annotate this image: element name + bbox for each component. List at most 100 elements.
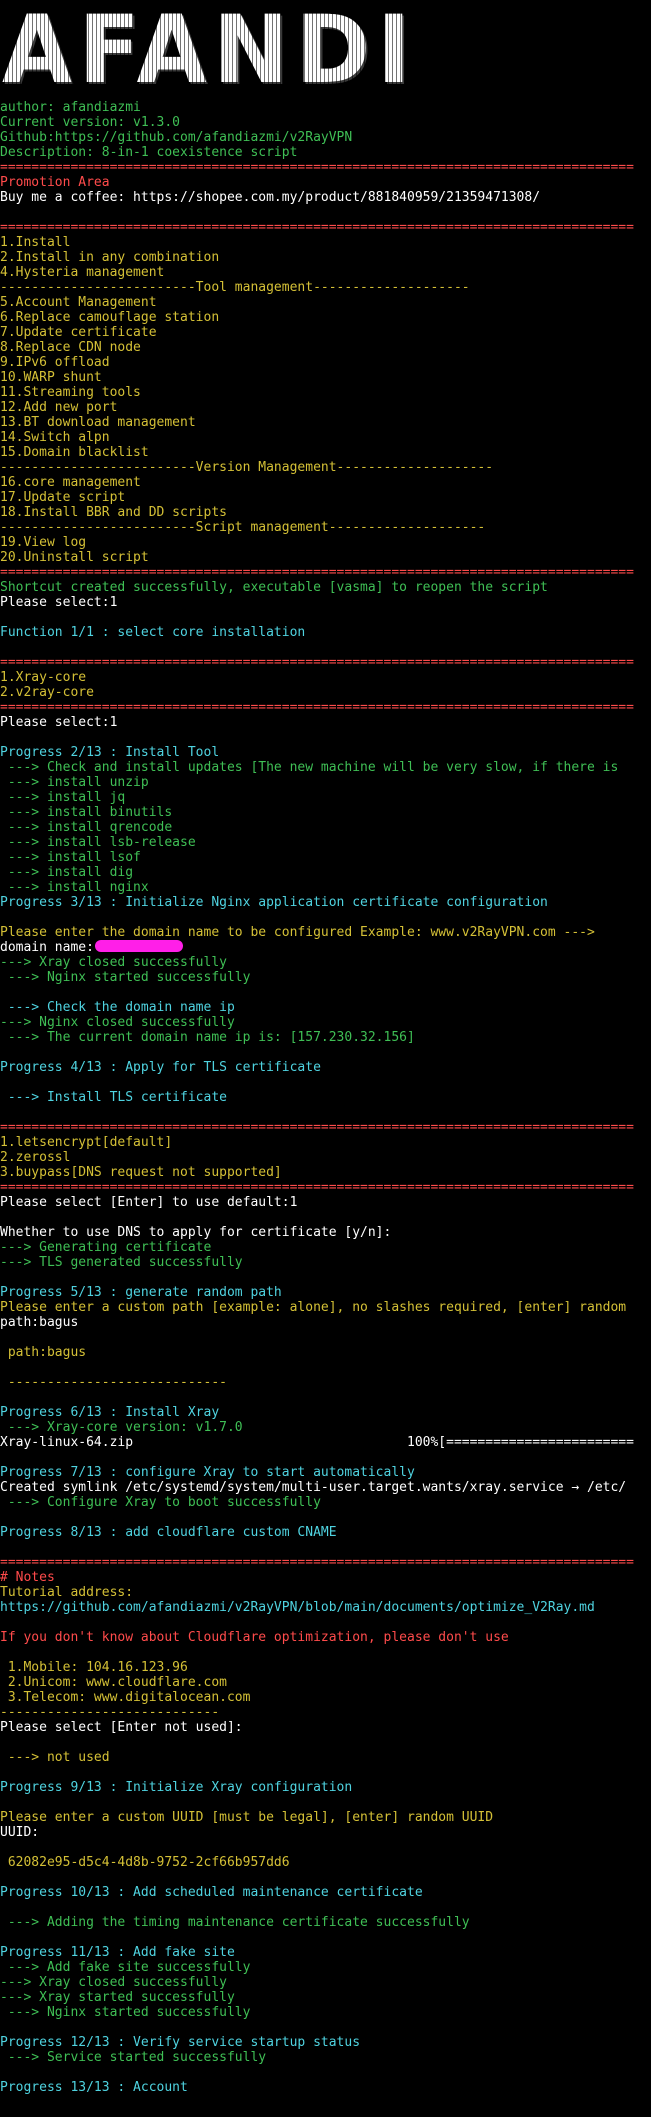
terminal-line-text: https://github.com/afandiazmi/v2RayVPN/b… <box>0 1600 595 1615</box>
terminal-line: ---> Check and install updates [The new … <box>0 760 651 775</box>
terminal-line-text: 17.Update script <box>0 490 126 505</box>
terminal-line: Buy me a coffee: https://shopee.com.my/p… <box>0 190 651 205</box>
terminal-line: Progress 9/13 : Initialize Xray configur… <box>0 1780 651 1795</box>
terminal-window[interactable]: AFANDI AZMI author: afandiazmiCurrent ve… <box>0 0 651 2117</box>
terminal-line-text: Please enter a custom path [example: alo… <box>0 1300 627 1315</box>
terminal-line-text: ---> Service started successfully <box>0 2050 267 2065</box>
terminal-line: ========================================… <box>0 700 651 715</box>
terminal-line-text: 1.Xray-core <box>0 670 87 685</box>
terminal-line-text: Progress 3/13 : Initialize Nginx applica… <box>0 895 548 910</box>
redaction-mark <box>94 940 183 952</box>
terminal-line: 14.Switch alpn <box>0 430 651 445</box>
terminal-line: ---> install binutils <box>0 805 651 820</box>
terminal-line: Progress 7/13 : configure Xray to start … <box>0 1465 651 1480</box>
terminal-line-text: Progress 6/13 : Install Xray <box>0 1405 220 1420</box>
terminal-line-text: 3.Telecom: www.digitalocean.com <box>0 1690 251 1705</box>
terminal-line: ---> Generating certificate <box>0 1240 651 1255</box>
terminal-line-text: ---> Xray-core version: v1.7.0 <box>0 1420 243 1435</box>
terminal-line-text: 1.Install <box>0 235 71 250</box>
terminal-line: Progress 2/13 : Install Tool <box>0 745 651 760</box>
terminal-line-text: 7.Update certificate <box>0 325 157 340</box>
terminal-line: ---> Nginx started successfully <box>0 2005 651 2020</box>
terminal-line-text: Progress 2/13 : Install Tool <box>0 745 220 760</box>
terminal-line-text: ---> not used <box>0 1750 110 1765</box>
terminal-line-text: 18.Install BBR and DD scripts <box>0 505 227 520</box>
terminal-line-text: ---> Nginx started successfully <box>0 2005 251 2020</box>
terminal-line: Description: 8-in-1 coexistence script <box>0 145 651 160</box>
terminal-line-text: Progress 5/13 : generate random path <box>0 1285 282 1300</box>
terminal-line: 8.Replace CDN node <box>0 340 651 355</box>
terminal-line: Please enter the domain name to be confi… <box>0 925 651 940</box>
ascii-art-banner: AFANDI AZMI <box>2 10 651 90</box>
terminal-line-text: Progress 11/13 : Add fake site <box>0 1945 235 1960</box>
terminal-line-text: Progress 4/13 : Apply for TLS certificat… <box>0 1060 321 1075</box>
terminal-line: ========================================… <box>0 565 651 580</box>
terminal-line: Progress 3/13 : Initialize Nginx applica… <box>0 895 651 910</box>
terminal-line-text: 1.Mobile: 104.16.123.96 <box>0 1660 188 1675</box>
terminal-line-text: ---> Check the domain name ip <box>0 1000 235 1015</box>
terminal-line: 5.Account Management <box>0 295 651 310</box>
terminal-line-text: ---> Xray closed successfully <box>0 1975 227 1990</box>
terminal-line: ---> Configure Xray to boot successfully <box>0 1495 651 1510</box>
terminal-line-text: 12.Add new port <box>0 400 118 415</box>
terminal-line-text: Github:https://github.com/afandiazmi/v2R… <box>0 130 353 145</box>
terminal-line: Please select [Enter not used]: <box>0 1720 651 1735</box>
terminal-line: -------------------------Script manageme… <box>0 520 651 535</box>
terminal-line: Progress 5/13 : generate random path <box>0 1285 651 1300</box>
terminal-line-text: ---> Generating certificate <box>0 1240 212 1255</box>
terminal-line-text: 14.Switch alpn <box>0 430 110 445</box>
terminal-line-text: Created symlink /etc/systemd/system/mult… <box>0 1480 627 1495</box>
terminal-line: -------------------------Tool management… <box>0 280 651 295</box>
terminal-line: Created symlink /etc/systemd/system/mult… <box>0 1480 651 1495</box>
terminal-line-text: Progress 8/13 : add cloudflare custom CN… <box>0 1525 337 1540</box>
terminal-line: Progress 8/13 : add cloudflare custom CN… <box>0 1525 651 1540</box>
terminal-line: Github:https://github.com/afandiazmi/v2R… <box>0 130 651 145</box>
terminal-line: ---> install jq <box>0 790 651 805</box>
terminal-line: Progress 13/13 : Account <box>0 2080 651 2095</box>
terminal-line-text: 20.Uninstall script <box>0 550 149 565</box>
terminal-line-text: ---> install binutils <box>0 805 173 820</box>
terminal-line-text: 19.View log <box>0 535 87 550</box>
terminal-line-text: 3.buypass[DNS request not supported] <box>0 1165 282 1180</box>
terminal-line-text: ---> install qrencode <box>0 820 173 835</box>
terminal-line: Please select:1 <box>0 715 651 730</box>
terminal-line: ---> TLS generated successfully <box>0 1255 651 1270</box>
terminal-line: ========================================… <box>0 1120 651 1135</box>
terminal-line: ---> Check the domain name ip <box>0 1000 651 1015</box>
terminal-line-text: Description: 8-in-1 coexistence script <box>0 145 298 160</box>
terminal-line-text: 1.letsencrypt[default] <box>0 1135 173 1150</box>
terminal-line-text: 8.Replace CDN node <box>0 340 141 355</box>
terminal-line: ========================================… <box>0 1555 651 1570</box>
terminal-line-text: ---> install lsof <box>0 850 141 865</box>
terminal-line-text: ---> The current domain name ip is: [157… <box>0 1030 415 1045</box>
terminal-line: ---------------------------- <box>0 1375 651 1390</box>
terminal-line: 2.Install in any combination <box>0 250 651 265</box>
terminal-line: 1.Install <box>0 235 651 250</box>
terminal-line-text: -------------------------Script manageme… <box>0 520 486 535</box>
terminal-line-text: 2.v2ray-core <box>0 685 94 700</box>
terminal-line: # Notes <box>0 1570 651 1585</box>
terminal-line: 1.Mobile: 104.16.123.96 <box>0 1660 651 1675</box>
terminal-line-text: Current version: v1.3.0 <box>0 115 181 130</box>
terminal-line: -------------------------Version Managem… <box>0 460 651 475</box>
terminal-line-text: Whether to use DNS to apply for certific… <box>0 1225 392 1240</box>
terminal-line-text: # Notes <box>0 1570 55 1585</box>
terminal-line: ---> install lsof <box>0 850 651 865</box>
terminal-line-text: 11.Streaming tools <box>0 385 141 400</box>
terminal-line-text: ========================================… <box>0 1180 634 1195</box>
terminal-line-text: Progress 10/13 : Add scheduled maintenan… <box>0 1885 423 1900</box>
terminal-line: 20.Uninstall script <box>0 550 651 565</box>
terminal-line-text: 13.BT download management <box>0 415 196 430</box>
terminal-line: ========================================… <box>0 1180 651 1195</box>
